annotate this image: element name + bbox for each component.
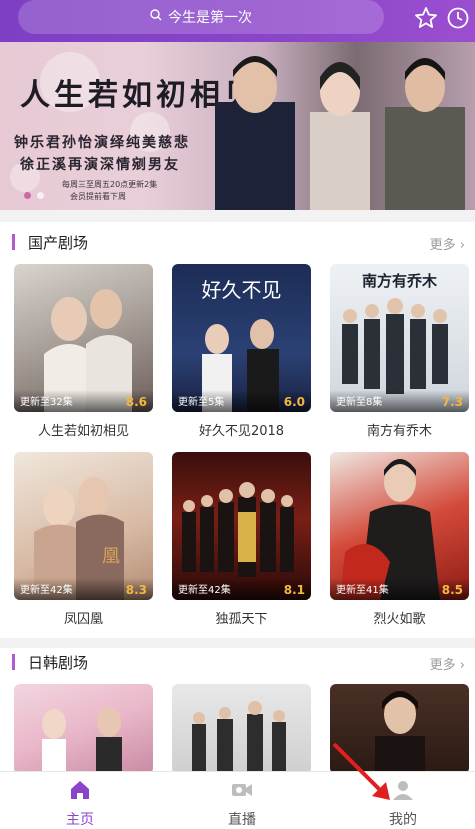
section-accent-bar [12,234,15,250]
more-link[interactable]: 更多 › [430,654,465,673]
section-title: 国产剧场 [28,234,89,252]
home-icon [68,778,92,802]
drama-card[interactable] [330,684,469,774]
bottom-navigation: 主页 直播 我的 [0,771,475,829]
drama-card[interactable]: 凰 更新至42集 8.3 凤囚凰 [14,452,153,627]
drama-poster: 好久不见 更新至5集 6.0 [172,264,311,412]
drama-card[interactable]: 更新至41集 8.5 烈火如歌 [330,452,469,627]
drama-poster: 更新至41集 8.5 [330,452,469,600]
drama-poster [14,684,153,774]
banner-line-1: 钟乐君孙怡演绎纯美慈悲 [14,135,190,151]
search-icon [150,9,162,25]
drama-card[interactable] [172,684,311,774]
promo-banner[interactable]: 人生若如初相见 钟乐君孙怡演绎纯美慈悲 徐正溪再演深情剜男友 每周三至周五20点… [0,42,475,210]
drama-card[interactable]: 更新至42集 8.1 独孤天下 [172,452,311,627]
update-status: 更新至42集 [178,585,231,596]
drama-card[interactable]: 南方有乔木 更新至8集 7.3 南方有乔木 [330,264,469,439]
update-status: 更新至41集 [336,585,389,596]
history-clock-icon[interactable] [446,6,470,30]
drama-poster: 凰 更新至42集 8.3 [14,452,153,600]
rating-score: 8.1 [283,583,305,597]
nav-home[interactable]: 主页 [40,772,120,829]
nav-profile[interactable]: 我的 [363,772,443,829]
chevron-right-icon: › [459,658,465,673]
more-link[interactable]: 更多 › [430,234,465,253]
drama-poster: 更新至42集 8.1 [172,452,311,600]
drama-title: 凤囚凰 [63,612,103,627]
section-header-jp-kr: 日韩剧场 更多 › [0,642,475,682]
section-header-domestic: 国产剧场 更多 › [0,222,475,262]
drama-poster [172,684,311,774]
video-camera-icon [230,778,254,802]
section-title: 日韩剧场 [28,654,89,672]
banner-pagination [24,192,44,199]
banner-line-3: 每周三至周五20点更新2集 [62,180,158,189]
update-status: 更新至42集 [20,585,73,596]
section-accent-bar [12,654,15,670]
drama-card[interactable]: 更新至32集 8.6 人生若如初相见 [14,264,153,439]
nav-label: 主页 [66,812,94,828]
banner-line-2: 徐正溪再演深情剜男友 [20,157,180,173]
chevron-right-icon: › [459,238,465,253]
nav-label: 我的 [389,812,417,828]
pagination-dot-active[interactable] [24,192,31,199]
drama-title: 烈火如歌 [373,612,426,627]
top-bar: 今生是第一次 [0,0,475,42]
drama-card[interactable]: 好久不见 更新至5集 6.0 好久不见2018 [172,264,311,439]
nav-label: 直播 [228,812,256,828]
nav-live[interactable]: 直播 [202,772,282,829]
drama-card[interactable] [14,684,153,774]
drama-poster: 南方有乔木 更新至8集 7.3 [330,264,469,412]
update-status: 更新至5集 [178,397,225,408]
drama-title: 好久不见2018 [198,424,285,439]
drama-poster: 更新至32集 8.6 [14,264,153,412]
update-status: 更新至8集 [336,397,383,408]
drama-poster [330,684,469,774]
banner-line-4: 会员提前看下周 [70,192,126,201]
update-status: 更新至32集 [20,397,73,408]
drama-title: 南方有乔木 [366,424,432,439]
rating-score: 7.3 [441,395,463,409]
rating-score: 8.3 [125,583,147,597]
rating-score: 6.0 [283,395,305,409]
search-bar[interactable]: 今生是第一次 [18,0,384,34]
search-placeholder: 今生是第一次 [168,10,252,26]
pagination-dot[interactable] [37,192,44,199]
separator [0,210,475,222]
rating-score: 8.5 [441,583,463,597]
drama-title: 人生若如初相见 [37,424,129,439]
app-screen: 今生是第一次 人生若如初相见 钟乐君孙怡演绎纯美慈悲 徐正溪再演深情剜男友 每周… [0,0,475,829]
user-profile-icon [391,778,415,802]
rating-score: 8.6 [125,395,147,409]
banner-cast-image [215,56,465,210]
svg-text:凰: 凰 [102,546,120,567]
drama-title: 独孤天下 [215,612,268,627]
star-icon[interactable] [414,6,438,30]
